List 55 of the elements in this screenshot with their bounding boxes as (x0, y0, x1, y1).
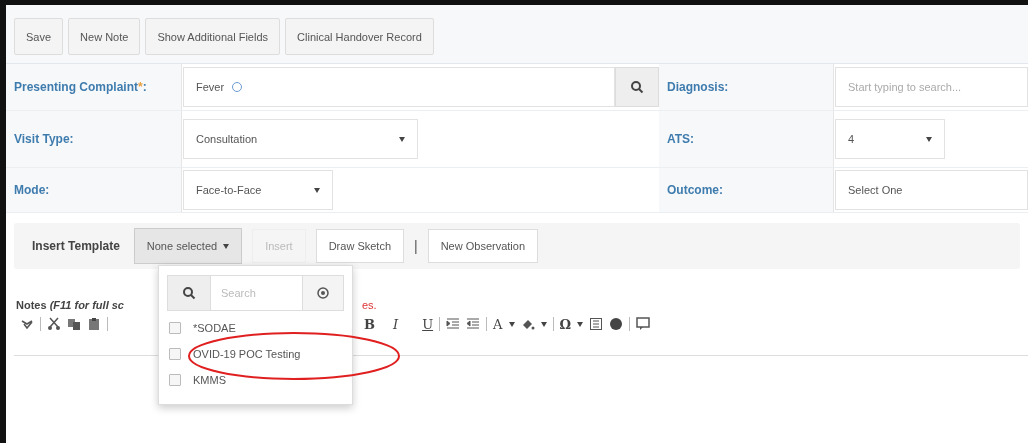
caret-icon (508, 321, 515, 327)
outdent-icon[interactable] (466, 317, 481, 331)
search-button[interactable] (167, 275, 211, 311)
field-label: Presenting Complaint*: (6, 64, 182, 111)
template-dropdown[interactable]: None selected (133, 228, 243, 264)
caret-icon (223, 243, 230, 249)
visit-type-select[interactable]: Consultation (183, 119, 418, 159)
spellcheck-icon[interactable] (20, 317, 34, 331)
scissors-icon[interactable] (47, 317, 61, 331)
template-option[interactable]: OVID-19 POC Testing (167, 341, 344, 367)
search-icon (182, 286, 196, 300)
clipboard-icon[interactable] (87, 317, 101, 331)
clear-button[interactable] (302, 275, 344, 311)
field-label: Visit Type: (6, 111, 182, 168)
template-search-field[interactable]: Search (211, 275, 302, 311)
clear-icon (317, 287, 329, 299)
special-character-button[interactable]: Ω (559, 316, 572, 332)
checkbox[interactable] (169, 374, 181, 386)
checkbox[interactable] (169, 348, 181, 360)
comment-icon[interactable] (636, 317, 651, 331)
notes-label: Notes (F11 for full sc (16, 299, 124, 311)
font-color-button[interactable]: A (493, 316, 503, 332)
complaint-field[interactable]: Fever (183, 67, 615, 107)
caret-icon (926, 136, 932, 142)
bold-button[interactable]: B (364, 316, 375, 332)
indent-icon[interactable] (446, 317, 461, 331)
italic-button[interactable]: I (393, 316, 399, 332)
underline-button[interactable]: U (422, 316, 434, 332)
new-observation-button[interactable]: New Observation (427, 229, 539, 263)
outcome-select[interactable]: Select One (835, 170, 1028, 210)
field-label: Outcome: (659, 168, 834, 213)
search-button[interactable] (615, 67, 659, 107)
toolbar-button[interactable]: Save (14, 18, 64, 55)
template-option[interactable]: KMMS (167, 367, 344, 393)
caret-icon (314, 187, 320, 193)
field-label: Diagnosis: (659, 64, 834, 111)
toolbar-button[interactable]: New Note (68, 18, 141, 55)
notes-hint: es. (362, 299, 377, 311)
caret-icon (577, 321, 584, 327)
checkbox[interactable] (169, 322, 181, 334)
draw-sketch-button[interactable]: Draw Sketch (315, 229, 404, 263)
mode-select[interactable]: Face-to-Face (183, 170, 333, 210)
toolbar-button[interactable]: Show Additional Fields (145, 18, 281, 55)
copy-icon[interactable] (67, 317, 81, 331)
field-label: Mode: (6, 168, 182, 213)
field-label: ATS: (659, 111, 834, 168)
ats-select[interactable]: 4 (835, 119, 945, 159)
divider-glyph: | (414, 238, 418, 254)
template-icon[interactable] (589, 317, 604, 331)
template-option[interactable]: *SODAE (167, 315, 344, 341)
caret-icon (399, 136, 405, 142)
insert-template-label: Insert Template (32, 239, 120, 253)
search-icon (630, 80, 644, 94)
caret-icon (540, 321, 547, 327)
toolbar-button[interactable]: Clinical Handover Record (285, 18, 434, 55)
